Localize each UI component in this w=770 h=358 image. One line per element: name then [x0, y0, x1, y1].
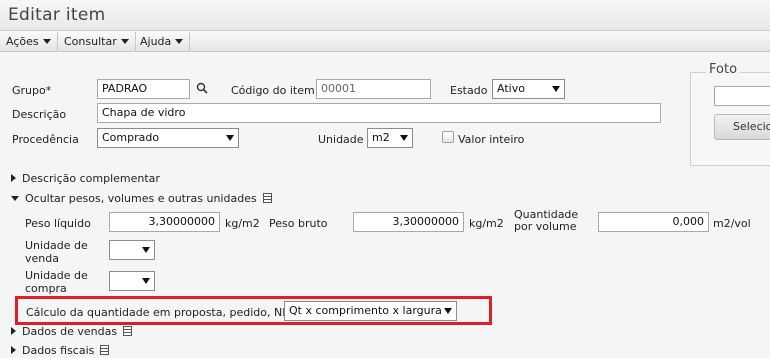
menu-ajuda[interactable]: Ajuda — [134, 32, 191, 52]
collapse-arrow-icon — [11, 195, 19, 201]
valor-inteiro-label: Valor inteiro — [458, 133, 525, 146]
window-titlebar: Editar item — [0, 0, 770, 31]
codigo-label: Código do item — [231, 84, 315, 97]
procedencia-select[interactable]: Comprado — [97, 128, 239, 148]
unidade-compra-select[interactable] — [109, 271, 155, 291]
note-icon — [100, 345, 110, 355]
estado-value: Ativo — [497, 82, 525, 95]
codigo-field[interactable]: 00001 — [316, 79, 431, 99]
unidade-compra-label: Unidade de compra — [25, 269, 88, 295]
expand-arrow-icon — [11, 346, 16, 354]
unidade-value: m2 — [372, 131, 390, 144]
quantidade-volume-field[interactable]: 0,000 — [598, 212, 709, 232]
descricao-field[interactable]: Chapa de vidro — [97, 103, 661, 123]
unidade-venda-label: Unidade de venda — [25, 239, 88, 265]
chevron-down-icon — [175, 38, 184, 44]
estado-label: Estado — [450, 84, 488, 97]
foto-legend: Foto — [706, 62, 741, 77]
foto-file-field[interactable] — [714, 86, 770, 106]
grupo-label: Grupo* — [12, 84, 52, 97]
unidade-select[interactable]: m2 — [367, 128, 413, 148]
quantidade-volume-label: Quantidade por volume — [514, 208, 579, 233]
descricao-complementar-toggle[interactable]: Descrição complementar — [11, 172, 160, 185]
dados-fiscais-label: Dados fiscais — [22, 344, 95, 357]
expand-arrow-icon — [11, 327, 16, 335]
procedencia-label: Procedência — [12, 133, 79, 146]
procedencia-value: Comprado — [102, 131, 160, 144]
dados-fiscais-toggle[interactable]: Dados fiscais — [11, 344, 110, 357]
dropdown-arrow-icon — [142, 247, 150, 253]
menu-acoes[interactable]: Ações — [0, 32, 58, 52]
dropdown-arrow-icon — [400, 135, 408, 141]
foto-select-button[interactable]: Selecio — [714, 114, 770, 140]
unidade-label: Unidade — [318, 133, 364, 146]
menu-consultar[interactable]: Consultar — [58, 32, 136, 52]
unidade-venda-select[interactable] — [109, 240, 155, 260]
search-icon[interactable] — [196, 82, 208, 97]
highlight-box — [15, 296, 492, 325]
dados-vendas-toggle[interactable]: Dados de vendas — [11, 325, 133, 338]
expand-arrow-icon — [11, 174, 16, 182]
chevron-down-icon — [120, 38, 129, 44]
menu-ajuda-label: Ajuda — [140, 35, 172, 48]
window-title: Editar item — [8, 5, 106, 25]
dropdown-arrow-icon — [142, 278, 150, 284]
grupo-field[interactable]: PADRAO — [97, 79, 190, 99]
peso-liquido-field[interactable]: 3,30000000 — [109, 212, 220, 232]
note-icon — [123, 326, 133, 336]
ocultar-pesos-label: Ocultar pesos, volumes e outras unidades — [25, 192, 257, 205]
ocultar-pesos-toggle[interactable]: Ocultar pesos, volumes e outras unidades — [11, 192, 272, 205]
menu-bar: Ações Consultar Ajuda — [0, 32, 770, 52]
menu-acoes-label: Ações — [6, 35, 39, 48]
dropdown-arrow-icon — [552, 86, 560, 92]
estado-select[interactable]: Ativo — [492, 79, 565, 99]
dados-vendas-label: Dados de vendas — [22, 325, 118, 338]
chevron-down-icon — [42, 38, 51, 44]
peso-liquido-label: Peso líquido — [25, 217, 91, 230]
descricao-complementar-label: Descrição complementar — [22, 172, 160, 185]
menu-consultar-label: Consultar — [64, 35, 117, 48]
peso-bruto-label: Peso bruto — [269, 217, 328, 230]
peso-liquido-unit: kg/m2 — [225, 217, 260, 230]
peso-bruto-unit: kg/m2 — [469, 217, 504, 230]
descricao-label: Descrição — [12, 108, 67, 121]
note-icon — [262, 193, 272, 203]
quantidade-volume-unit: m2/vol — [713, 217, 751, 230]
peso-bruto-field[interactable]: 3,30000000 — [353, 212, 464, 232]
valor-inteiro-checkbox[interactable] — [442, 131, 454, 143]
dropdown-arrow-icon — [226, 135, 234, 141]
